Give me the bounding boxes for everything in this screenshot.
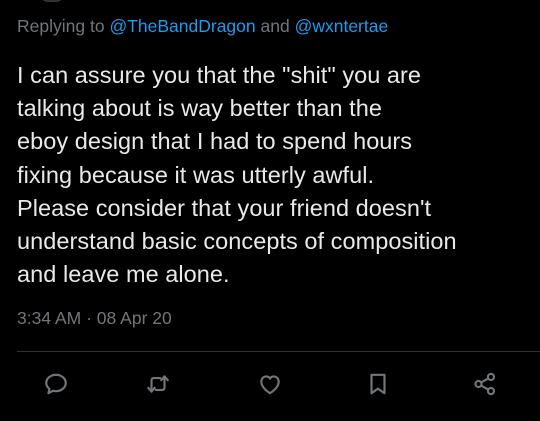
timestamp-separator: · [86,308,92,328]
like-button[interactable] [254,368,286,400]
mention-link-wxntertae[interactable]: @wxntertae [295,16,389,36]
tweet-date: 08 Apr 20 [96,308,172,328]
bookmark-icon [370,373,386,395]
tweet-timestamp[interactable]: 3:34 AM · 08 Apr 20 [17,306,172,330]
tweet-detail: Replying to @TheBandDragon and @wxnterta… [0,0,540,421]
reply-context: Replying to @TheBandDragon and @wxnterta… [17,14,388,38]
retweet-button[interactable] [142,368,174,400]
action-bar [0,362,540,406]
retweet-arrows-icon [147,375,169,393]
tweet-time: 3:34 AM [17,308,82,328]
reply-bubble-icon [45,373,67,395]
share-button[interactable] [469,368,501,400]
share-nodes-icon [474,372,496,396]
heart-icon [260,375,280,395]
divider [17,351,540,352]
bookmark-button[interactable] [362,368,394,400]
reply-conjunction: and [260,16,290,36]
reply-prefix: Replying to [17,16,105,36]
tweet-text: I can assure you that the "shit" you are… [17,62,457,288]
avatar[interactable] [40,0,64,2]
reply-button[interactable] [40,368,72,400]
mention-link-thebanddragon[interactable]: @TheBandDragon [109,16,255,36]
